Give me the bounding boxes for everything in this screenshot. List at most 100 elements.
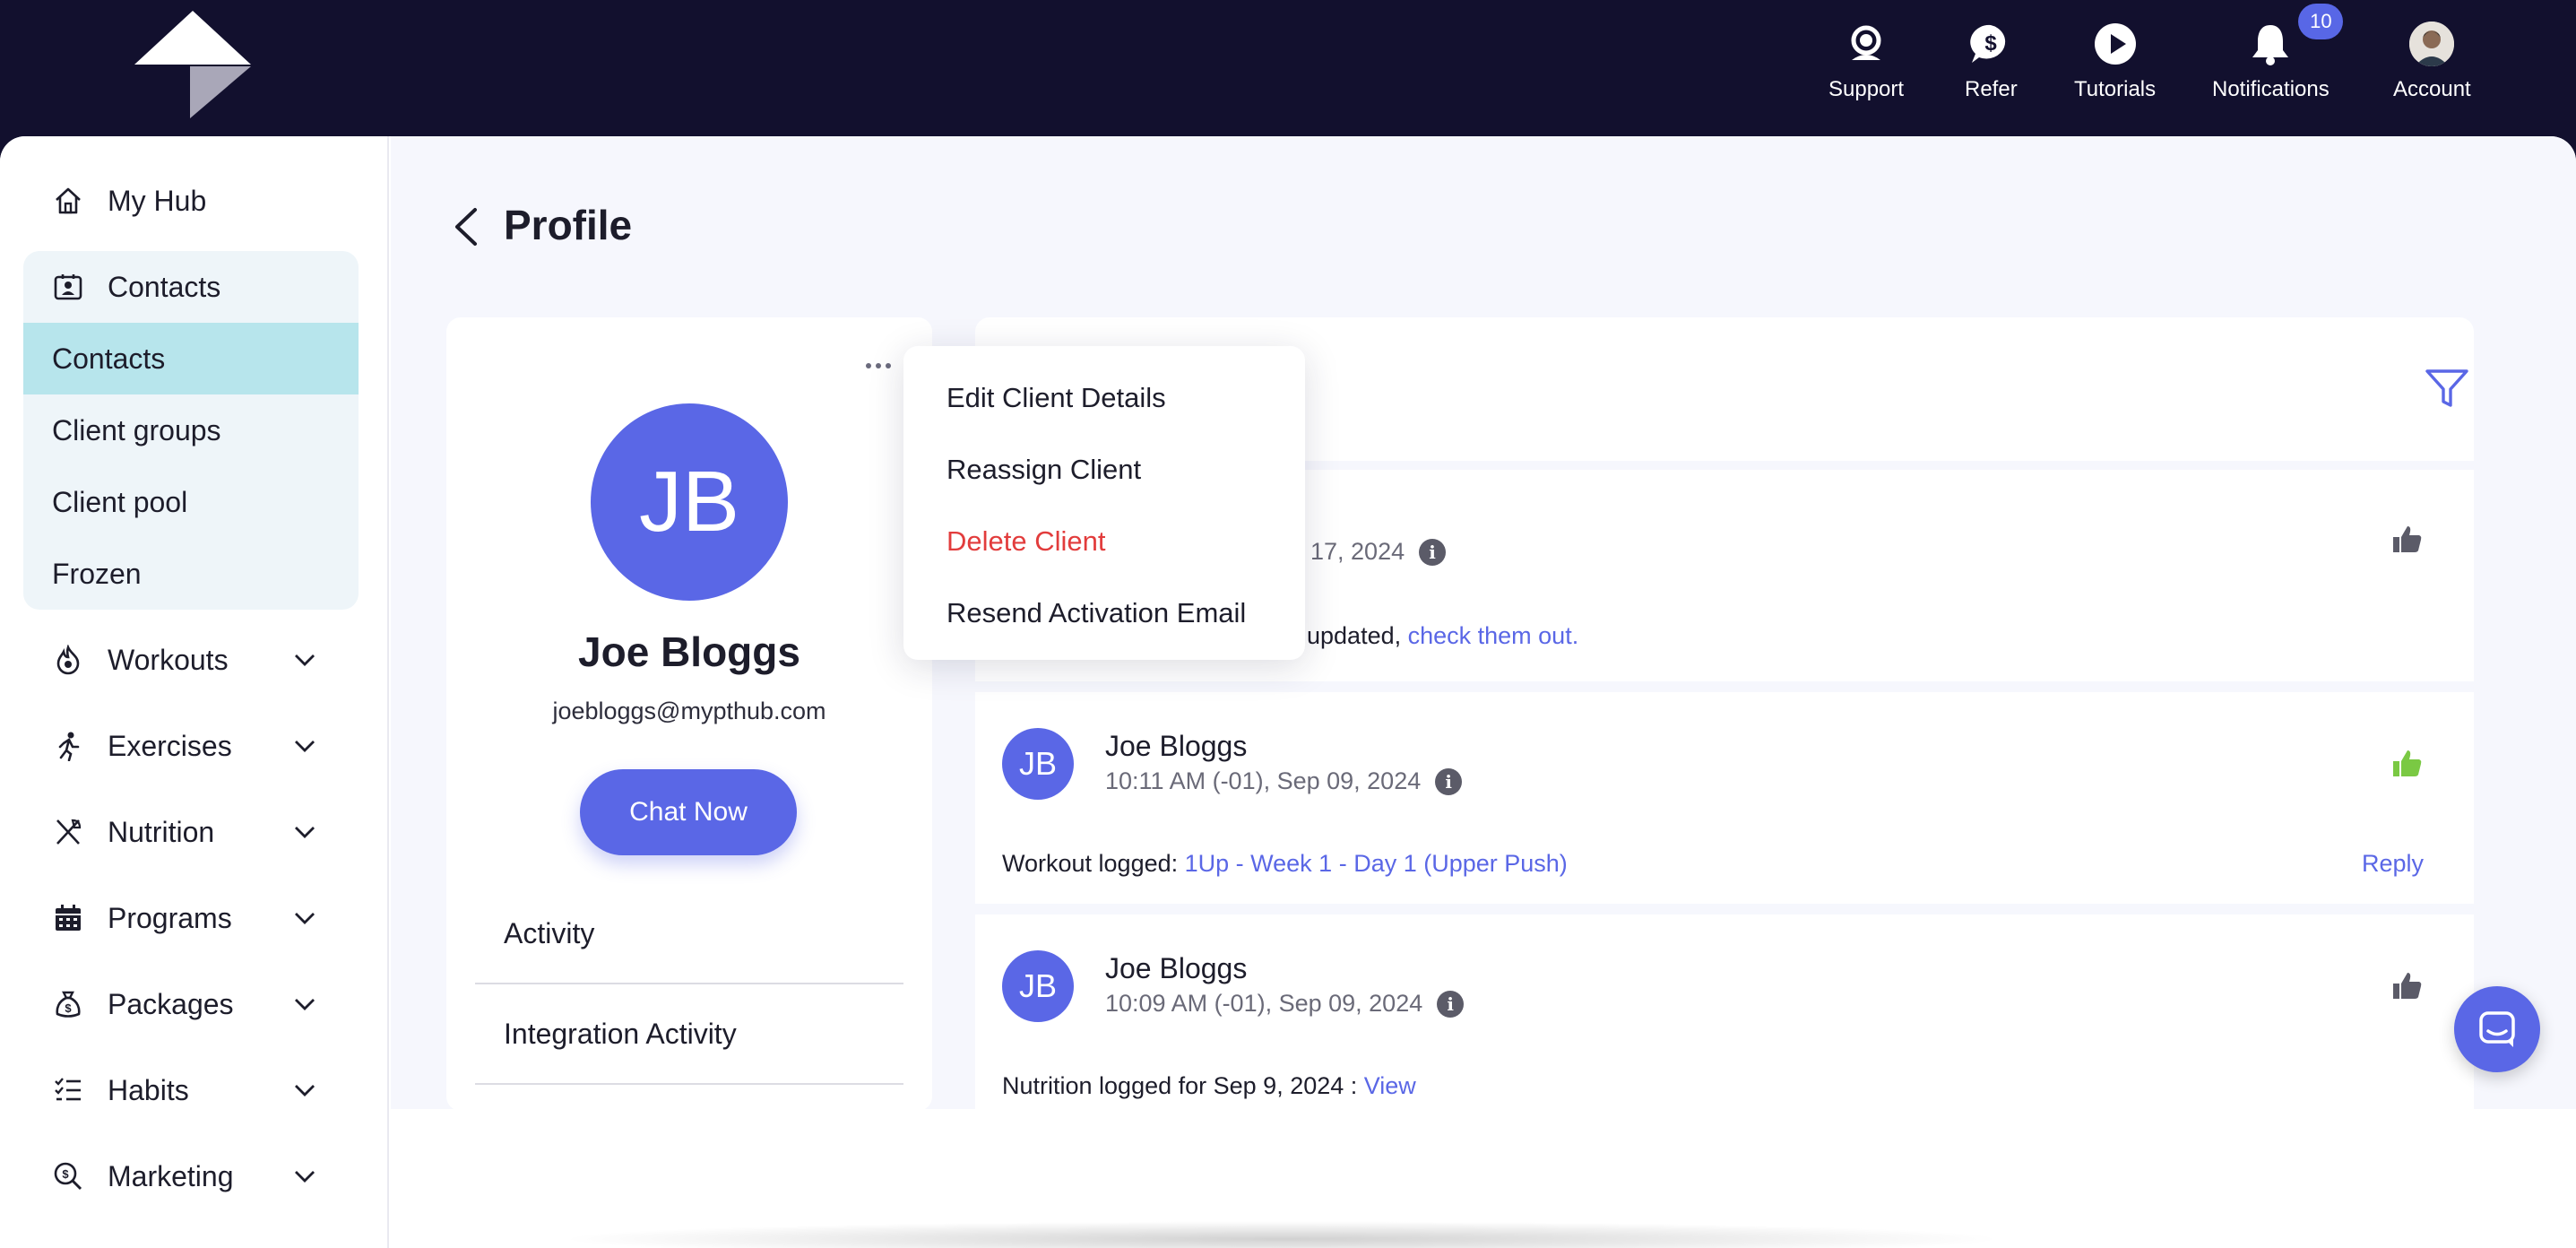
chevron-down-icon [295,999,315,1010]
activity-link[interactable]: Activity [475,884,903,984]
refer-label: Refer [1965,77,2018,101]
money-bag-icon: $ [50,986,86,1022]
cutlery-icon [50,814,86,850]
thumbs-up-icon[interactable] [2391,970,2424,1002]
sub-label-frozen: Frozen [52,557,142,590]
sidebar-item-programs[interactable]: Programs [23,882,359,954]
sidebar-label-my-hub: My Hub [108,184,207,217]
sidebar-label-nutrition: Nutrition [108,815,215,848]
chevron-down-icon [295,741,315,752]
info-icon[interactable]: i [1419,538,1447,566]
tutorials-nav[interactable]: Tutorials [2074,20,2156,102]
chevron-down-icon [295,913,315,924]
sidebar-label-habits: Habits [108,1073,189,1106]
feed-time-text: 10:11 AM (-01), Sep 09, 2024 [1105,767,1422,794]
sidebar-item-marketing[interactable]: $ Marketing [23,1140,359,1212]
notifications-label: Notifications [2212,77,2330,101]
feed-body: updated, check them out. [1307,622,1578,650]
feed-body-text: updated, [1307,622,1408,649]
delete-client-menu-item[interactable]: Delete Client [947,525,1105,558]
chevron-down-icon [295,654,315,666]
notifications-count-badge: 10 [2298,4,2344,39]
thumbs-up-icon[interactable] [2391,524,2424,556]
feed-avatar: JB [1002,728,1074,800]
support-nav[interactable]: Support [1828,20,1904,102]
home-icon [50,183,86,219]
refer-nav[interactable]: $ Refer [1965,20,2018,102]
chat-now-button[interactable]: Chat Now [580,769,797,855]
feed-time: 17, 2024 i [1310,538,1447,566]
chat-bubble-icon [2479,1011,2515,1047]
account-avatar [2407,20,2456,68]
play-icon [2091,20,2139,68]
sidebar-item-exercises[interactable]: Exercises [23,710,359,782]
feed-time: 10:09 AM (-01), Sep 09, 2024 i [1105,990,1465,1018]
sidebar-item-habits[interactable]: Habits [23,1054,359,1126]
sidebar-label-packages: Packages [108,987,234,1020]
bottom-shadow [556,1221,2008,1248]
sidebar-item-workouts[interactable]: Workouts [23,624,359,696]
dollar-chat-icon: $ [1967,20,2015,68]
svg-text:$: $ [65,1001,72,1015]
checklist-icon [50,1072,86,1108]
client-name: Joe Bloggs [578,628,800,675]
account-label: Account [2393,77,2471,101]
client-options-menu: Edit Client Details Reassign Client Dele… [903,346,1305,660]
support-label: Support [1828,77,1905,101]
sub-label-client-pool: Client pool [52,485,188,518]
integration-activity-label: Integration Activity [504,1017,737,1050]
feed-body: Nutrition logged for Sep 9, 2024 : View [1002,1072,1416,1100]
info-icon[interactable]: i [1437,990,1465,1018]
more-options-icon[interactable] [859,357,898,375]
feed-author: Joe Bloggs [1105,952,1248,984]
workout-link[interactable]: 1Up - Week 1 - Day 1 (Upper Push) [1185,850,1568,877]
client-email: joebloggs@mypthub.com [552,698,826,724]
sidebar-label-workouts: Workouts [108,643,229,676]
sidebar-sub-frozen[interactable]: Frozen [23,538,359,610]
support-chat-button[interactable] [2454,986,2540,1072]
account-nav[interactable]: Account [2393,20,2471,102]
info-icon[interactable]: i [1435,767,1463,795]
top-bar: Support $ Refer Tutorials 10 Notificatio… [0,0,2576,136]
reply-link[interactable]: Reply [2362,850,2424,878]
sidebar-label-programs: Programs [108,901,232,934]
sub-label-client-groups: Client groups [52,413,221,446]
running-person-icon [50,728,86,764]
chevron-down-icon [295,827,315,838]
edit-client-details-menu-item[interactable]: Edit Client Details [947,382,1166,414]
profile-avatar: JB [591,403,788,601]
reassign-client-menu-item[interactable]: Reassign Client [947,454,1141,486]
filter-icon[interactable] [2424,366,2470,412]
integration-activity-link[interactable]: Integration Activity [475,984,903,1085]
page-title: Profile [504,202,633,248]
headset-icon [1842,20,1890,68]
resend-activation-email-menu-item[interactable]: Resend Activation Email [947,597,1246,629]
feed-time-text: 17, 2024 [1310,538,1405,565]
sidebar-item-my-hub[interactable]: My Hub [23,165,359,237]
sidebar-sub-contacts[interactable]: Contacts [23,323,359,394]
feed-avatar: JB [1002,950,1074,1022]
back-arrow-icon[interactable] [450,206,482,247]
feed-body: Workout logged: 1Up - Week 1 - Day 1 (Up… [1002,850,1568,878]
thumbs-up-icon[interactable] [2391,748,2424,780]
view-link[interactable]: View [1364,1072,1416,1099]
sidebar: My Hub Contacts Contacts Client groups C… [0,136,389,1248]
notifications-nav[interactable]: 10 Notifications [2212,4,2344,102]
sidebar-sub-client-groups[interactable]: Client groups [23,394,359,466]
svg-text:$: $ [62,1167,69,1181]
svg-text:$: $ [1985,31,1998,56]
feed-time: 10:11 AM (-01), Sep 09, 2024 i [1105,767,1463,795]
activity-label: Activity [504,916,595,949]
check-them-out-link[interactable]: check them out. [1408,622,1579,649]
sidebar-sub-client-pool[interactable]: Client pool [23,466,359,538]
brand-logo-icon[interactable] [134,11,251,118]
feed-body-text: Workout logged: [1002,850,1185,877]
sidebar-label-contacts: Contacts [108,270,221,303]
feed-item: JB Joe Bloggs 10:11 AM (-01), Sep 09, 20… [975,692,2474,904]
bell-icon: 10 [2246,4,2344,68]
sidebar-item-packages[interactable]: $ Packages [23,968,359,1040]
sidebar-item-contacts[interactable]: Contacts [23,251,359,323]
feed-time-text: 10:09 AM (-01), Sep 09, 2024 [1105,990,1423,1017]
sidebar-item-nutrition[interactable]: Nutrition [23,796,359,868]
chevron-down-icon [295,1171,315,1183]
